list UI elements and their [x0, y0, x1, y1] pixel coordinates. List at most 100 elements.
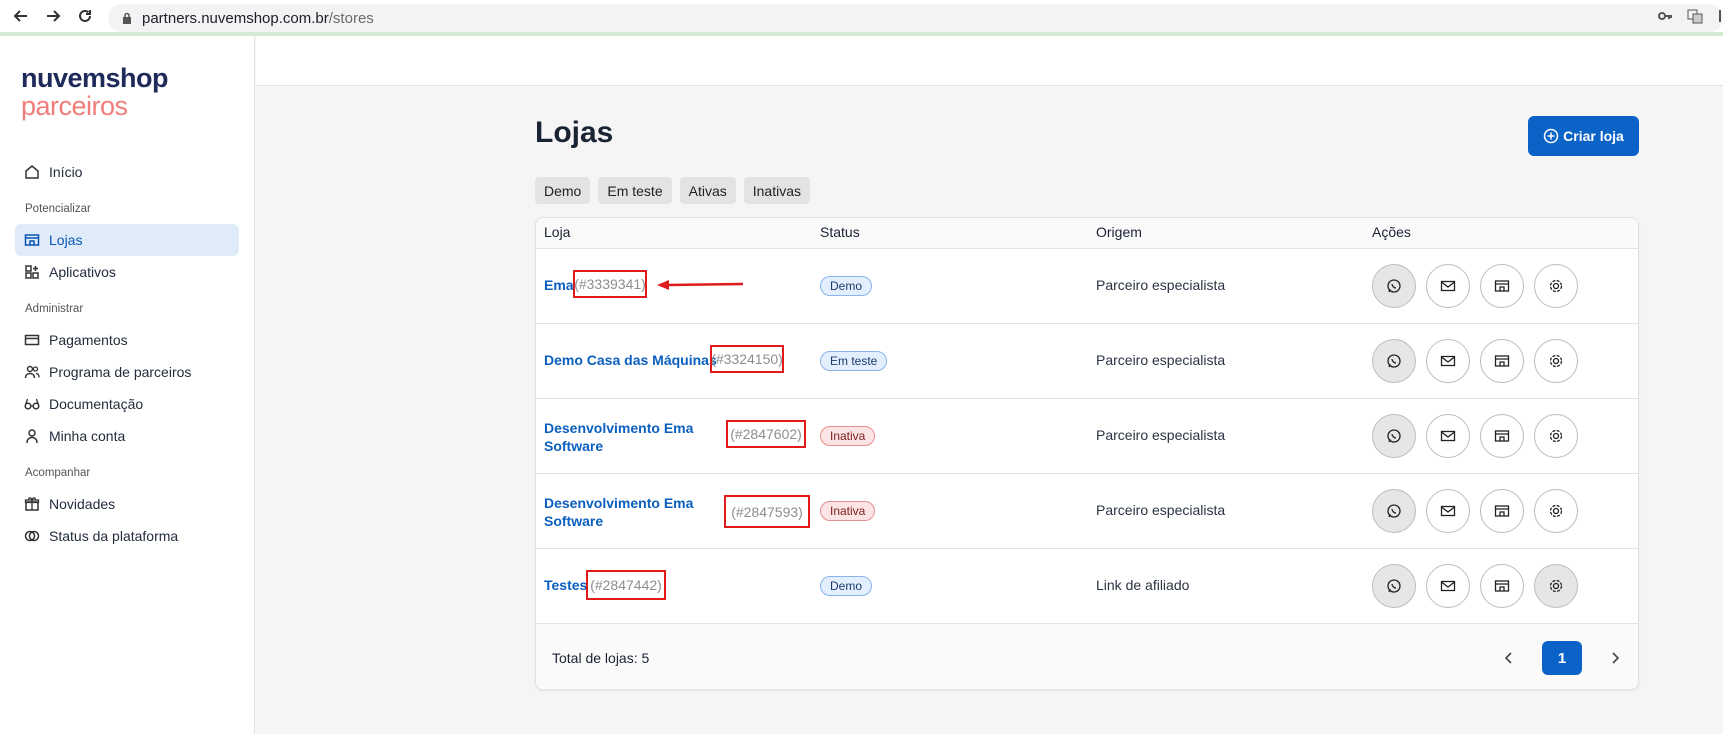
mail-icon [1440, 430, 1456, 442]
settings-button[interactable] [1534, 489, 1578, 533]
store-icon [1494, 430, 1510, 442]
mail-icon [1440, 355, 1456, 367]
menu-icon[interactable] [1717, 8, 1723, 24]
sidebar-item-aplicativos[interactable]: Aplicativos [15, 256, 239, 288]
store-name-link[interactable]: Desenvolvimento Ema Software [544, 419, 694, 455]
store-origin: Parceiro especialista [1096, 277, 1226, 293]
gear-icon [1549, 279, 1563, 293]
settings-button[interactable] [1534, 414, 1578, 458]
sidebar-item-programa[interactable]: Programa de parceiros [15, 356, 239, 388]
reload-icon[interactable] [74, 5, 96, 27]
glasses-icon [23, 395, 41, 413]
filter-inativas[interactable]: Inativas [743, 177, 810, 204]
table-row: Testes (#2847442) Demo Link de afiliado [536, 548, 1638, 623]
store-button[interactable] [1480, 414, 1524, 458]
sidebar-item-status[interactable]: Status da plataforma [15, 520, 239, 552]
whatsapp-button[interactable] [1372, 489, 1416, 533]
top-header [256, 36, 1723, 86]
sidebar-item-pagamentos[interactable]: Pagamentos [15, 324, 239, 356]
store-name-link[interactable]: Desenvolvimento Ema Software [544, 494, 694, 530]
store-origin: Link de afiliado [1096, 577, 1190, 593]
annotation-arrow-icon [657, 280, 744, 290]
store-id-highlight: (#2847602) [726, 420, 806, 448]
settings-button[interactable] [1534, 339, 1578, 383]
user-icon [23, 427, 41, 445]
status-badge: Inativa [820, 426, 876, 446]
section-administrar: Administrar [25, 303, 84, 315]
sidebar-item-label: Novidades [49, 496, 116, 512]
logo-line1: nuvemshop [21, 63, 169, 93]
store-button[interactable] [1480, 264, 1524, 308]
address-bar[interactable]: partners.nuvemshop.com.br/stores [108, 4, 1723, 32]
page-number-button[interactable]: 1 [1542, 641, 1582, 675]
back-icon[interactable] [10, 5, 32, 27]
email-button[interactable] [1426, 339, 1470, 383]
key-icon[interactable] [1657, 8, 1673, 24]
store-name-link[interactable]: Demo Casa das Máquinas [544, 351, 717, 369]
whatsapp-icon [1387, 504, 1401, 518]
store-icon [1494, 280, 1510, 292]
gear-icon [1549, 429, 1563, 443]
store-icon [23, 231, 41, 249]
email-button[interactable] [1426, 489, 1470, 533]
sidebar-item-inicio[interactable]: Início [15, 156, 239, 188]
table-header: Loja Status Origem Ações [536, 218, 1638, 248]
create-store-button[interactable]: Criar loja [1528, 116, 1639, 156]
mail-icon [1440, 580, 1456, 592]
gift-icon [23, 495, 41, 513]
filter-demo[interactable]: Demo [535, 177, 591, 204]
gear-icon [1549, 579, 1563, 593]
store-origin: Parceiro especialista [1096, 427, 1226, 443]
store-name-link[interactable]: Ema [544, 276, 574, 294]
chevron-left-icon[interactable] [1494, 643, 1524, 673]
sidebar-item-label: Documentação [49, 396, 144, 412]
translate-icon[interactable] [1687, 8, 1703, 24]
logo[interactable]: nuvemshop parceiros [21, 63, 169, 120]
store-button[interactable] [1480, 339, 1524, 383]
store-icon [1494, 505, 1510, 517]
total-stores: Total de lojas: 5 [552, 650, 650, 666]
plus-circle-icon [1543, 128, 1559, 144]
store-origin: Parceiro especialista [1096, 502, 1226, 518]
settings-button[interactable] [1534, 264, 1578, 308]
status-icon [23, 527, 41, 545]
table-row: Desenvolvimento Ema Software (#2847602) … [536, 398, 1638, 473]
whatsapp-icon [1387, 279, 1401, 293]
sidebar-item-minha-conta[interactable]: Minha conta [15, 420, 239, 452]
store-button[interactable] [1480, 489, 1524, 533]
sidebar-menu: Início Potencializar Lojas Aplicativos A… [15, 156, 239, 552]
table-row: Desenvolvimento Ema Software (#2847593) … [536, 473, 1638, 548]
whatsapp-icon [1387, 579, 1401, 593]
header-loja: Loja [544, 224, 571, 240]
sidebar-item-lojas[interactable]: Lojas [15, 224, 239, 256]
store-name-link[interactable]: Testes [544, 576, 587, 594]
settings-button[interactable] [1534, 564, 1578, 608]
forward-icon[interactable] [42, 5, 64, 27]
filter-em-teste[interactable]: Em teste [598, 177, 672, 204]
sidebar-item-novidades[interactable]: Novidades [15, 488, 239, 520]
status-badge: Inativa [820, 501, 876, 521]
sidebar-item-label: Início [49, 164, 83, 180]
status-badge: Demo [820, 276, 873, 296]
email-button[interactable] [1426, 264, 1470, 308]
sidebar-item-documentacao[interactable]: Documentação [15, 388, 239, 420]
pagination: 1 [1494, 641, 1630, 675]
filter-ativas[interactable]: Ativas [679, 177, 736, 204]
store-icon [1494, 355, 1510, 367]
table-footer: Total de lojas: 5 1 [536, 623, 1638, 689]
store-id-highlight: (#3339341) [573, 270, 647, 298]
status-filters: Demo Em teste Ativas Inativas [535, 177, 810, 204]
apps-icon [23, 263, 41, 281]
whatsapp-button[interactable] [1372, 414, 1416, 458]
email-button[interactable] [1426, 414, 1470, 458]
whatsapp-button[interactable] [1372, 264, 1416, 308]
whatsapp-button[interactable] [1372, 564, 1416, 608]
section-potencializar: Potencializar [25, 203, 91, 215]
chevron-right-icon[interactable] [1600, 643, 1630, 673]
sidebar-item-label: Pagamentos [49, 332, 128, 348]
whatsapp-icon [1387, 429, 1401, 443]
sidebar-item-label: Minha conta [49, 428, 126, 444]
store-button[interactable] [1480, 564, 1524, 608]
whatsapp-button[interactable] [1372, 339, 1416, 383]
email-button[interactable] [1426, 564, 1470, 608]
